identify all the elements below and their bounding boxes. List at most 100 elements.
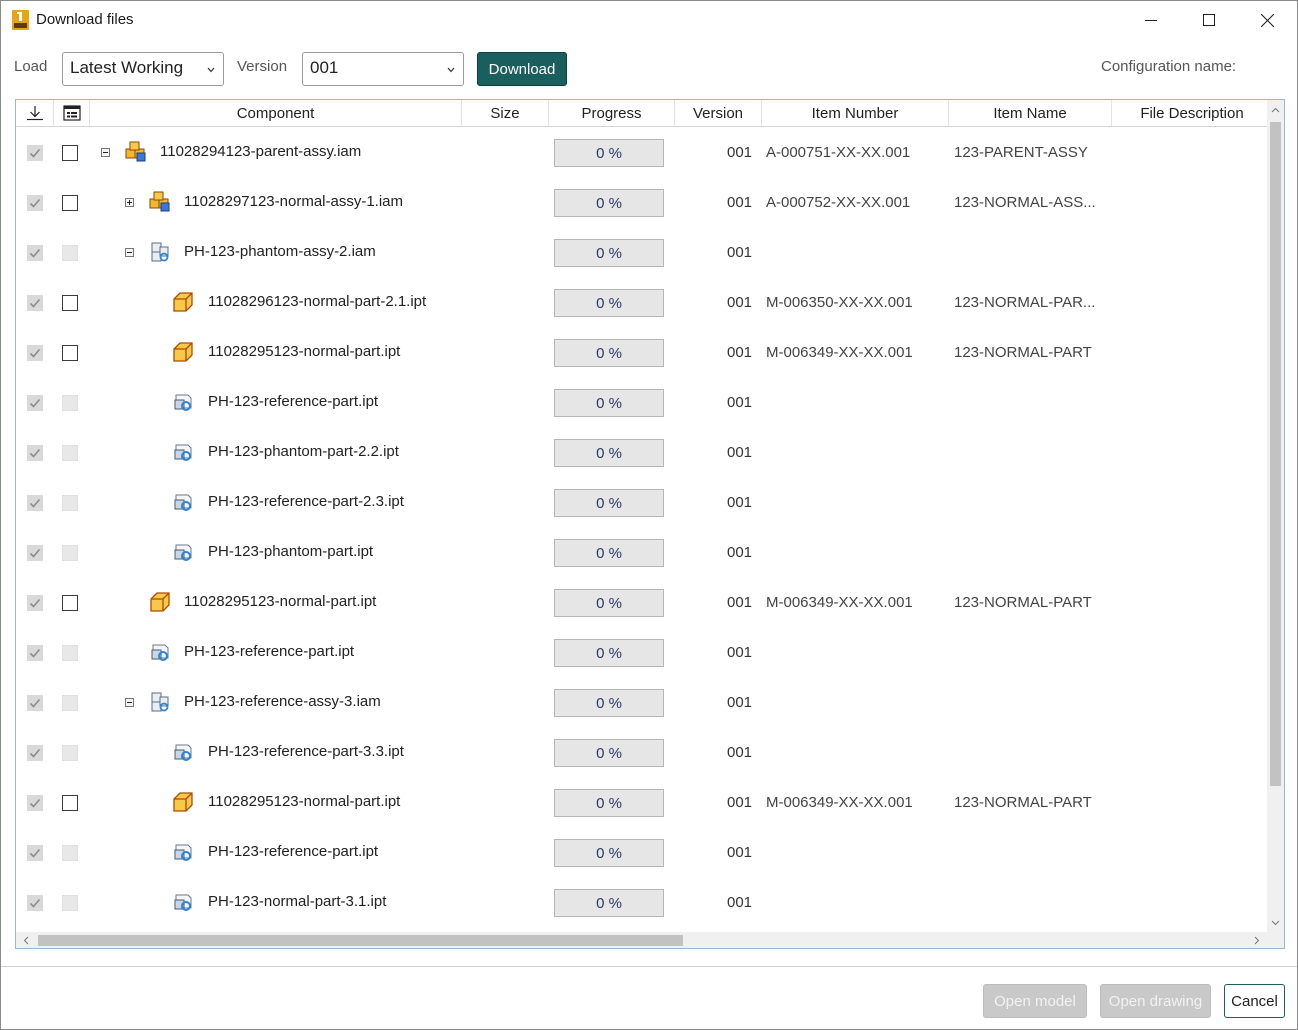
item-name-cell: 123-PARENT-ASSY (954, 144, 1088, 161)
checkmark-icon (29, 548, 41, 558)
download-button[interactable]: Download (477, 52, 567, 86)
table-row[interactable]: PH-123-reference-part.ipt 0 % 001 (16, 827, 1266, 877)
minimize-icon (1145, 20, 1157, 21)
download-checkbox (27, 595, 43, 611)
component-name: PH-123-reference-part.ipt (184, 643, 355, 660)
version-cell: 001 (727, 144, 753, 161)
header-component[interactable]: Component (90, 100, 462, 126)
maximize-icon (1203, 14, 1215, 26)
table-row[interactable]: PH-123-reference-part.ipt 0 % 001 (16, 627, 1266, 677)
close-button[interactable] (1238, 1, 1296, 39)
table-row[interactable]: PH-123-reference-part.ipt 0 % 001 (16, 377, 1266, 427)
maximize-button[interactable] (1180, 1, 1238, 39)
select-checkbox[interactable] (62, 795, 78, 811)
progress-bar: 0 % (554, 339, 664, 367)
component-name: PH-123-phantom-part-2.2.ipt (208, 443, 399, 460)
select-checkbox[interactable] (62, 195, 78, 211)
checkmark-icon (29, 198, 41, 208)
download-checkbox (27, 795, 43, 811)
table-row[interactable]: PH-123-reference-part-3.3.ipt 0 % 001 (16, 727, 1266, 777)
header-item-number[interactable]: Item Number (762, 100, 949, 126)
table-row[interactable]: 11028297123-normal-assy-1.iam 0 % 001 A-000… (16, 177, 1266, 227)
collapse-icon[interactable] (125, 698, 134, 707)
checkmark-icon (29, 848, 41, 858)
component-name: PH-123-reference-assy-3.iam (184, 693, 381, 710)
progress-bar: 0 % (554, 739, 664, 767)
collapse-icon[interactable] (101, 148, 110, 157)
scroll-up-icon[interactable] (1271, 107, 1280, 113)
cancel-button[interactable]: Cancel (1224, 984, 1285, 1018)
table-row[interactable]: PH-123-phantom-part.ipt 0 % 001 (16, 527, 1266, 577)
part-file-icon (172, 391, 194, 413)
item-name-cell: 123-NORMAL-PART (954, 594, 1092, 611)
part-file-icon (172, 441, 194, 463)
table-row[interactable]: PH-123-reference-part-2.3.ipt 0 % 001 (16, 477, 1266, 527)
header-version[interactable]: Version (675, 100, 762, 126)
download-checkbox (27, 395, 43, 411)
open-drawing-button[interactable]: Open drawing (1100, 984, 1211, 1018)
select-checkbox (62, 545, 78, 561)
horizontal-scroll-thumb[interactable] (38, 935, 683, 946)
load-select[interactable]: Latest Working (62, 52, 224, 86)
progress-bar: 0 % (554, 839, 664, 867)
download-checkbox (27, 645, 43, 661)
vertical-scroll-thumb[interactable] (1270, 122, 1281, 786)
header-size[interactable]: Size (462, 100, 549, 126)
download-checkbox (27, 195, 43, 211)
table-row[interactable]: 11028295123-normal-part.ipt 0 % 001 M-00634… (16, 327, 1266, 377)
part-file-icon (172, 341, 194, 363)
progress-bar: 0 % (554, 689, 664, 717)
horizontal-scrollbar[interactable] (16, 932, 1284, 948)
select-checkbox[interactable] (62, 595, 78, 611)
header-progress[interactable]: Progress (549, 100, 675, 126)
header-download[interactable] (16, 100, 54, 126)
select-checkbox (62, 745, 78, 761)
scroll-down-icon[interactable] (1271, 920, 1280, 926)
select-checkbox[interactable] (62, 295, 78, 311)
version-cell: 001 (727, 744, 753, 761)
checkmark-icon (29, 648, 41, 658)
select-checkbox[interactable] (62, 345, 78, 361)
load-label: Load (14, 58, 48, 75)
table-row[interactable]: 11028294123-parent-assy.iam 0 % 001 A-00075… (16, 127, 1266, 177)
minimize-button[interactable] (1122, 1, 1180, 39)
open-model-button[interactable]: Open model (983, 984, 1087, 1018)
version-cell: 001 (727, 794, 753, 811)
select-checkbox (62, 895, 78, 911)
vertical-scrollbar[interactable] (1267, 100, 1284, 932)
header-item-name[interactable]: Item Name (949, 100, 1112, 126)
footer-divider (1, 966, 1297, 967)
download-icon (26, 106, 43, 121)
version-select[interactable]: 001 (302, 52, 464, 86)
select-checkbox[interactable] (62, 145, 78, 161)
progress-bar: 0 % (554, 239, 664, 267)
scroll-left-icon[interactable] (23, 936, 29, 945)
select-checkbox (62, 695, 78, 711)
download-checkbox (27, 245, 43, 261)
download-checkbox (27, 495, 43, 511)
progress-bar: 0 % (554, 289, 664, 317)
version-cell: 001 (727, 194, 753, 211)
header-file-description[interactable]: File Description (1112, 100, 1272, 126)
table-row[interactable]: PH-123-reference-assy-3.iam 0 % 001 (16, 677, 1266, 727)
table-row[interactable]: PH-123-phantom-part-2.2.ipt 0 % 001 (16, 427, 1266, 477)
header-select[interactable] (54, 100, 90, 126)
table-row[interactable]: PH-123-normal-part-3.1.ipt 0 % 001 (16, 877, 1266, 927)
checkmark-icon (29, 498, 41, 508)
version-cell: 001 (727, 694, 753, 711)
table-row[interactable]: PH-123-phantom-assy-2.iam 0 % 001 (16, 227, 1266, 277)
select-checkbox (62, 445, 78, 461)
assembly-file-icon (149, 691, 171, 713)
table-row[interactable]: 11028295123-normal-part.ipt 0 % 001 M-00634… (16, 777, 1266, 827)
app-icon (12, 10, 29, 30)
checkmark-icon (29, 698, 41, 708)
select-checkbox (62, 395, 78, 411)
table-row[interactable]: 11028296123-normal-part-2.1.ipt 0 % 001 M-0… (16, 277, 1266, 327)
expand-icon[interactable] (125, 198, 134, 207)
collapse-icon[interactable] (125, 248, 134, 257)
table-row[interactable]: 11028295123-normal-part.ipt 0 % 001 M-00634… (16, 577, 1266, 627)
part-file-icon (172, 741, 194, 763)
checkmark-icon (29, 248, 41, 258)
scroll-right-icon[interactable] (1254, 936, 1260, 945)
progress-bar: 0 % (554, 139, 664, 167)
